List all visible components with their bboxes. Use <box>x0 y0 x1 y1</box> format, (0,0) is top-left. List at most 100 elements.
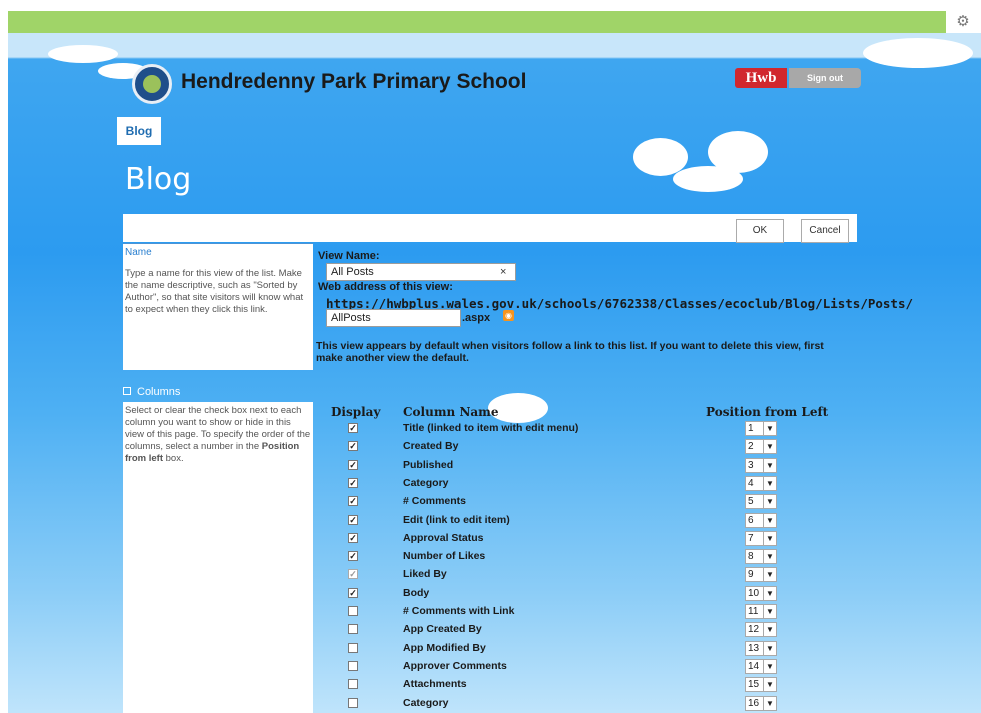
display-checkbox[interactable] <box>348 606 358 616</box>
column-name: App Created By <box>403 623 482 636</box>
rss-icon[interactable]: ◉ <box>503 310 514 321</box>
column-name: Approver Comments <box>403 659 507 672</box>
column-name: Number of Likes <box>403 550 486 563</box>
position-select[interactable]: 3 ▼ <box>745 457 777 473</box>
chevron-down-icon[interactable]: ▼ <box>763 440 776 454</box>
view-name-input[interactable]: All Posts <box>326 263 516 281</box>
display-checkbox[interactable]: ✓ <box>348 441 358 452</box>
position-select[interactable]: 16 ▼ <box>745 695 777 711</box>
display-checkbox[interactable] <box>348 660 358 671</box>
position-select[interactable]: 7 ▼ <box>745 530 777 546</box>
position-select[interactable]: 13 ▼ <box>745 640 777 656</box>
chevron-down-icon[interactable]: ▼ <box>763 476 776 490</box>
chevron-down-icon[interactable]: ▼ <box>763 678 776 692</box>
position-value: 5 <box>748 496 754 508</box>
position-select[interactable]: 14 ▼ <box>745 658 777 674</box>
table-row: App Modified By 13 ▼ <box>330 640 790 659</box>
gear-icon[interactable]: ⚙ <box>953 12 973 32</box>
column-name: App Modified By <box>403 641 486 654</box>
chevron-down-icon[interactable]: ▼ <box>763 513 776 527</box>
chevron-down-icon[interactable]: ▼ <box>763 422 776 435</box>
table-row: ✓ Approval Status 7 ▼ <box>330 530 790 549</box>
ok-button[interactable]: OK <box>736 219 784 243</box>
view-name-label: View Name: <box>318 250 380 262</box>
cancel-button[interactable]: Cancel <box>801 219 849 243</box>
column-name: Title (linked to item with edit menu) <box>403 422 579 434</box>
position-value: 2 <box>748 441 754 453</box>
chevron-down-icon[interactable]: ▼ <box>763 458 776 472</box>
position-value: 1 <box>748 423 754 434</box>
table-row: ✓ # Comments 5 ▼ <box>330 494 790 512</box>
display-checkbox[interactable]: ✓ <box>348 514 358 525</box>
table-row: ✓ Number of Likes 8 ▼ <box>330 549 790 567</box>
chevron-down-icon[interactable]: ▼ <box>763 531 776 545</box>
display-checkbox[interactable]: ✓ <box>348 587 358 598</box>
position-value: 3 <box>748 459 754 471</box>
position-select[interactable]: 2 ▼ <box>745 439 777 455</box>
table-row: ✓ Category 4 ▼ <box>330 475 790 494</box>
column-name: Category <box>403 696 449 709</box>
table-row: ✓ Created By 2 ▼ <box>330 439 790 457</box>
position-select[interactable]: 9 ▼ <box>745 567 777 583</box>
display-checkbox[interactable]: ✓ <box>348 532 358 543</box>
chevron-down-icon[interactable]: ▼ <box>763 623 776 637</box>
table-row: Approver Comments 14 ▼ <box>330 658 790 677</box>
position-select[interactable]: 12 ▼ <box>745 622 777 638</box>
columns-section-title: Columns <box>137 386 181 398</box>
column-name: Approval Status <box>403 531 484 544</box>
clear-icon[interactable]: × <box>500 266 506 278</box>
column-name: Body <box>403 586 430 599</box>
chevron-down-icon[interactable]: ▼ <box>763 495 776 509</box>
position-value: 11 <box>748 606 759 617</box>
column-name: # Comments <box>403 495 467 508</box>
nav-tab-blog[interactable]: Blog <box>117 117 161 145</box>
column-name: Category <box>403 476 449 489</box>
position-select[interactable]: 11 ▼ <box>745 604 777 619</box>
sign-out-button[interactable]: Sign out <box>789 68 861 88</box>
web-address-suffix: .aspx <box>462 312 491 324</box>
hwb-logo-button[interactable]: Hwb <box>735 68 787 88</box>
name-section-description: Type a name for this view of the list. M… <box>125 268 304 315</box>
position-select[interactable]: 8 ▼ <box>745 549 777 565</box>
columns-section-header[interactable]: Columns <box>123 386 180 398</box>
position-select[interactable]: 10 ▼ <box>745 585 777 601</box>
name-description-panel: Name Type a name for this view of the li… <box>123 243 313 370</box>
chevron-down-icon[interactable]: ▼ <box>763 586 776 600</box>
position-select[interactable]: 4 ▼ <box>745 475 777 491</box>
chevron-down-icon[interactable]: ▼ <box>763 605 776 618</box>
collapse-icon[interactable] <box>123 387 131 395</box>
position-select[interactable]: 6 ▼ <box>745 512 777 528</box>
default-view-note: This view appears by default when visito… <box>316 340 824 364</box>
chevron-down-icon[interactable]: ▼ <box>763 696 776 710</box>
position-select[interactable]: 15 ▼ <box>745 677 777 693</box>
display-checkbox[interactable]: ✓ <box>348 459 358 470</box>
column-name: Edit (link to edit item) <box>403 513 510 526</box>
chevron-down-icon[interactable]: ▼ <box>763 659 776 673</box>
display-checkbox[interactable] <box>348 679 358 690</box>
position-select[interactable]: 1 ▼ <box>745 421 777 436</box>
table-row: ✓ Edit (link to edit item) 6 ▼ <box>330 512 790 531</box>
display-checkbox[interactable]: ✓ <box>348 423 358 433</box>
position-value: 13 <box>748 642 760 654</box>
top-bar <box>8 11 946 33</box>
column-name: Created By <box>403 440 459 453</box>
position-value: 10 <box>748 587 760 599</box>
position-select[interactable]: 5 ▼ <box>745 494 777 510</box>
school-logo[interactable] <box>132 64 172 104</box>
display-checkbox[interactable]: ✓ <box>348 477 358 488</box>
table-row: ✓ Body 10 ▼ <box>330 585 790 604</box>
column-name: Attachments <box>403 678 467 691</box>
web-address-input[interactable]: AllPosts <box>326 309 461 327</box>
chevron-down-icon[interactable]: ▼ <box>763 568 776 582</box>
display-checkbox[interactable] <box>348 697 358 708</box>
chevron-down-icon[interactable]: ▼ <box>763 550 776 564</box>
display-checkbox[interactable]: ✓ <box>348 551 358 562</box>
display-checkbox[interactable]: ✓ <box>348 496 358 507</box>
chevron-down-icon[interactable]: ▼ <box>763 641 776 655</box>
web-address-label: Web address of this view: <box>318 281 453 293</box>
display-checkbox[interactable] <box>348 642 358 653</box>
column-name: # Comments with Link <box>403 605 515 617</box>
name-section-title: Name <box>125 247 152 258</box>
display-checkbox[interactable] <box>348 624 358 635</box>
site-title[interactable]: Hendredenny Park Primary School <box>181 70 526 94</box>
